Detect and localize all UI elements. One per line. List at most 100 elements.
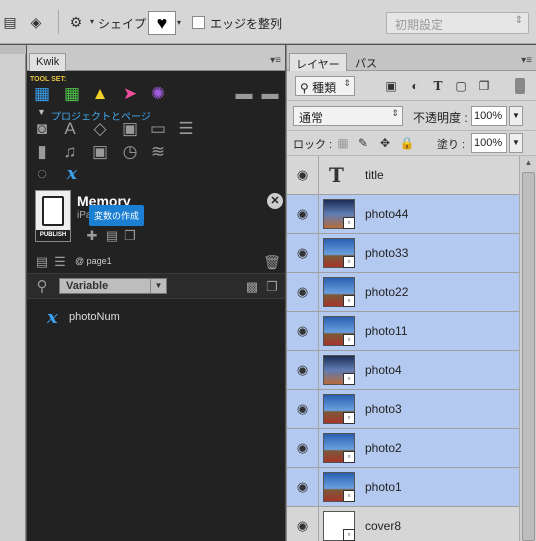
eye-icon[interactable]: ◉ xyxy=(287,429,319,467)
move-icon[interactable]: ✥ xyxy=(377,135,393,151)
layer-row[interactable]: ◉ ▫ cover8 xyxy=(287,507,519,541)
close-icon[interactable]: ✕ xyxy=(267,193,283,209)
layer-thumbnail: ▫ xyxy=(323,316,355,346)
layer-row[interactable]: ◉ ▫ photo3 xyxy=(287,390,519,429)
scrollbar-thumb[interactable] xyxy=(522,172,535,541)
layer-row[interactable]: ◉ ▫ photo11 xyxy=(287,312,519,351)
panel-collapse-strip[interactable] xyxy=(27,45,285,53)
database-icon[interactable]: ☰ xyxy=(175,118,197,140)
smart-object-filter-icon[interactable]: ❐ xyxy=(476,78,492,94)
eye-icon[interactable]: ◉ xyxy=(287,468,319,506)
layer-name: photo22 xyxy=(365,285,409,299)
layer-name: photo11 xyxy=(365,324,408,338)
chevron-down-icon[interactable]: ▼ xyxy=(509,106,523,126)
folder-icon[interactable]: ▬ xyxy=(259,83,281,105)
variable-select-value: Variable xyxy=(66,280,109,292)
lock-transparency-icon[interactable]: ▦ xyxy=(335,135,351,151)
search-icon[interactable]: ⚲ xyxy=(31,276,53,298)
layer-kind-select[interactable]: ⚲ 種類 ⇕ xyxy=(295,76,355,96)
layer-filter-row: ⚲ 種類 ⇕ ▣ ◐ T ▢ ❐ xyxy=(287,71,536,101)
spinner-icon[interactable]: ◌ xyxy=(31,163,53,185)
folder-settings-icon[interactable]: ▬ xyxy=(233,83,255,105)
tab-paths[interactable]: パス xyxy=(349,53,383,71)
text-icon[interactable]: A xyxy=(59,118,81,140)
collapse-tab[interactable] xyxy=(0,45,26,54)
eye-icon[interactable]: ◉ xyxy=(287,351,319,389)
brush-icon[interactable]: ✎ xyxy=(355,135,371,151)
layer-row[interactable]: ◉ ▫ photo44 xyxy=(287,195,519,234)
lock-icon[interactable]: 🔒 xyxy=(399,135,415,151)
adjustment-filter-icon[interactable]: ◐ xyxy=(407,78,423,94)
fill-input[interactable]: 100% xyxy=(471,133,507,153)
pixel-filter-icon[interactable]: ▣ xyxy=(383,78,399,94)
puzzle-icon[interactable]: ✚ xyxy=(81,225,103,247)
video-icon[interactable]: ▣ xyxy=(89,141,111,163)
layers-scrollbar[interactable]: ▲ xyxy=(519,156,536,541)
variable-item[interactable]: photoNum xyxy=(69,311,120,323)
variable-x-icon[interactable]: x xyxy=(61,163,83,185)
scroll-up-icon[interactable]: ▲ xyxy=(520,156,536,170)
panel-menu-icon[interactable]: ▾≡ xyxy=(521,55,532,66)
blend-mode-select[interactable]: 通常 ⇕ xyxy=(293,106,403,126)
shape-picker[interactable]: ♥ xyxy=(148,11,176,35)
pointer-icon[interactable]: ➤ xyxy=(119,83,141,105)
align-icon[interactable]: ▤ xyxy=(0,12,20,32)
terminal-icon[interactable]: ▭ xyxy=(147,118,169,140)
layer-row[interactable]: ◉ ▫ photo4 xyxy=(287,351,519,390)
layer-row[interactable]: ◉ T title xyxy=(287,156,519,195)
pm-icon[interactable]: ▣ xyxy=(119,118,141,140)
document-icon[interactable]: ▮ xyxy=(31,141,53,163)
preset-select[interactable]: 初期設定 ⇕ xyxy=(386,12,529,34)
music-icon[interactable]: ♫ xyxy=(59,141,81,163)
duplicate-icon[interactable]: ❐ xyxy=(261,276,283,298)
eye-icon[interactable]: ◉ xyxy=(287,195,319,233)
copy-icon[interactable]: ❐ xyxy=(119,225,141,247)
layer-name: photo2 xyxy=(365,441,402,455)
eye-icon[interactable]: ◉ xyxy=(287,273,319,311)
layer-name: photo4 xyxy=(365,363,402,377)
smart-object-icon: ▫ xyxy=(343,529,355,541)
variable-select[interactable]: Variable ▼ xyxy=(59,278,167,294)
eye-icon[interactable]: ◉ xyxy=(287,156,319,194)
layer-thumbnail: ▫ xyxy=(323,277,355,307)
type-filter-icon[interactable]: T xyxy=(430,78,446,94)
eye-icon[interactable]: ◉ xyxy=(287,390,319,428)
trash-icon[interactable]: 🗑 xyxy=(261,251,283,273)
atom-icon[interactable]: ✺ xyxy=(147,83,169,105)
filter-toggle[interactable] xyxy=(515,78,525,94)
publish-device[interactable]: PUBLISH xyxy=(35,190,71,242)
layer-row[interactable]: ◉ ▫ photo33 xyxy=(287,234,519,273)
panel-menu-icon[interactable]: ▾≡ xyxy=(270,55,281,66)
blend-mode-value: 通常 xyxy=(299,111,324,125)
eye-icon[interactable]: ◉ xyxy=(287,507,319,541)
panel-collapse-strip[interactable] xyxy=(287,45,536,53)
align-edges-checkbox[interactable] xyxy=(192,16,205,29)
list-icon[interactable]: ☰ xyxy=(49,251,71,273)
chevron-down-icon[interactable]: ▾ xyxy=(177,18,181,27)
layer-thumbnail: ▫ xyxy=(323,355,355,385)
eye-icon[interactable]: ◉ xyxy=(287,312,319,350)
layers-icon[interactable]: ≋ xyxy=(147,141,169,163)
add-variable-icon[interactable]: ▩ xyxy=(241,276,263,298)
link-icon[interactable]: ◇ xyxy=(89,118,111,140)
camera-icon[interactable]: ◙ xyxy=(31,118,53,140)
smart-object-icon: ▫ xyxy=(343,412,355,424)
timer-icon[interactable]: ◷ xyxy=(119,141,141,163)
tab-layers[interactable]: レイヤー xyxy=(289,53,347,71)
layer-row[interactable]: ◉ ▫ photo22 xyxy=(287,273,519,312)
pages-icon[interactable]: ▦ xyxy=(31,83,53,105)
chevron-down-icon[interactable]: ▼ xyxy=(509,133,523,153)
eye-icon[interactable]: ◉ xyxy=(287,234,319,272)
rocket-icon[interactable]: ▲ xyxy=(89,83,111,105)
shape-filter-icon[interactable]: ▢ xyxy=(453,78,469,94)
tab-kwik[interactable]: Kwik xyxy=(29,53,67,71)
layer-row[interactable]: ◉ ▫ photo1 xyxy=(287,468,519,507)
chevron-down-icon: ▼ xyxy=(150,279,166,293)
opacity-input[interactable]: 100% xyxy=(471,106,507,126)
arrange-icon[interactable]: ◈ xyxy=(26,12,46,32)
grid-icon[interactable]: ▦ xyxy=(61,83,83,105)
layer-row[interactable]: ◉ ▫ photo2 xyxy=(287,429,519,468)
layer-thumbnail: ▫ xyxy=(323,238,355,268)
lock-row: ロック : ▦ ✎ ✥ 🔒 塗り : 100% ▼ xyxy=(287,131,536,156)
updown-arrow-icon: ⇕ xyxy=(514,15,523,26)
